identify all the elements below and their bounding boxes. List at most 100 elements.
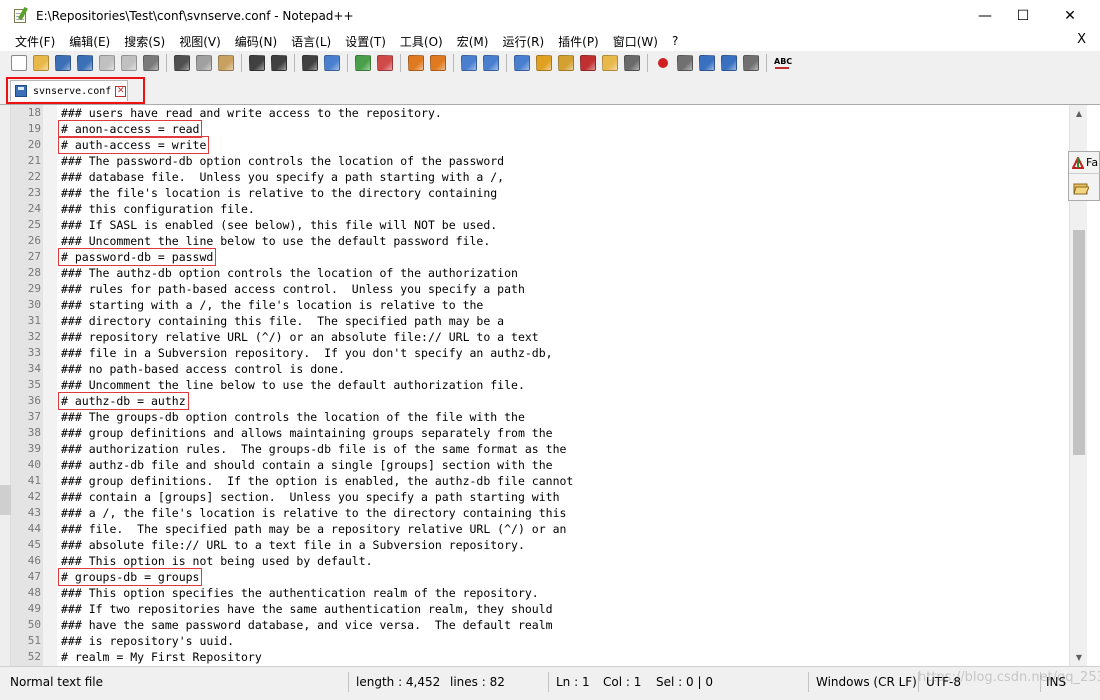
menu-item-10[interactable]: 插件(P) [551,33,606,50]
code-line[interactable]: 20 # auth-access = write [11,136,1069,154]
notepadpp-app-icon[interactable] [12,6,28,24]
code-text[interactable]: ### This option specifies the authentica… [61,585,539,601]
float-panel-header[interactable]: Fa [1069,152,1100,174]
folder-workspace-icon[interactable] [602,55,618,71]
code-line[interactable]: 33 ### file in a Subversion repository. I… [11,345,1069,361]
cut-icon[interactable] [174,55,190,71]
play-macro-icon[interactable] [699,55,715,71]
scroll-up-button[interactable]: ▲ [1070,105,1088,122]
code-line[interactable]: 40 ### authz-db file and should contain a… [11,457,1069,473]
spell-check-icon[interactable]: ABC [774,55,792,71]
highlighted-config-line[interactable]: # anon-access = read [57,120,203,138]
code-line[interactable]: 46 ### This option is not being used by d… [11,553,1069,569]
code-line[interactable]: 25 ### If SASL is enabled (see below), th… [11,217,1069,233]
find-icon[interactable] [302,55,318,71]
scroll-down-button[interactable]: ▼ [1070,649,1088,666]
code-lines[interactable]: 18 ### users have read and write access t… [11,105,1069,666]
code-text[interactable]: ### this configuration file. [61,201,255,217]
close-document-button[interactable]: X [1077,32,1086,47]
highlighted-config-line[interactable]: # authz-db = authz [58,392,189,410]
user-language-icon[interactable] [536,55,552,71]
code-text[interactable]: ### contain a [groups] section. Unless y… [61,489,560,505]
code-line[interactable]: 52 # realm = My First Repository [11,649,1069,665]
code-text[interactable]: ### file. The specified path may be a re… [61,521,566,537]
doc-map-icon[interactable] [558,55,574,71]
code-line[interactable]: 35 ### Uncomment the line below to use th… [11,377,1069,393]
menu-item-5[interactable]: 语言(L) [284,33,338,50]
code-text[interactable]: ### a /, the file's location is relative… [61,505,566,521]
code-line[interactable]: 50 ### have the same password database, a… [11,617,1069,633]
code-text[interactable]: ### users have read and write access to … [61,105,442,121]
indent-guide-icon[interactable] [514,55,530,71]
code-line[interactable]: 28 ### The authz-db option controls the l… [11,265,1069,281]
close-icon[interactable] [99,55,115,71]
zoom-out-icon[interactable] [377,55,393,71]
save-icon[interactable] [55,55,71,71]
print-icon[interactable] [143,55,159,71]
code-line[interactable]: 51 ### is repository's uuid. [11,633,1069,649]
code-text[interactable]: ### database file. Unless you specify a … [61,169,504,185]
code-text[interactable]: ### If two repositories have the same au… [61,601,553,617]
scrollbar-thumb[interactable] [1073,230,1085,455]
code-text[interactable]: ### The groups-db option controls the lo… [61,409,525,425]
run-macro-multiple-icon[interactable] [721,55,737,71]
replace-icon[interactable] [324,55,340,71]
code-line[interactable]: 38 ### group definitions and allows maint… [11,425,1069,441]
code-text[interactable]: ### This option is not being used by def… [61,553,373,569]
code-text[interactable]: ### rules for path-based access control.… [61,281,525,297]
monitoring-icon[interactable] [624,55,640,71]
code-line[interactable]: 37 ### The groups-db option controls the … [11,409,1069,425]
show-all-chars-icon[interactable] [483,55,499,71]
code-line[interactable]: 19 # anon-access = read [11,120,1069,138]
code-line[interactable]: 29 ### rules for path-based access contro… [11,281,1069,297]
menu-item-12[interactable]: ? [665,34,685,48]
code-text[interactable]: ### is repository's uuid. [61,633,234,649]
code-text[interactable]: ### directory containing this file. The … [61,313,504,329]
redo-icon[interactable] [271,55,287,71]
open-file-icon[interactable] [33,55,49,71]
code-line[interactable]: 23 ### the file's location is relative to… [11,185,1069,201]
menu-item-3[interactable]: 视图(V) [172,33,228,50]
code-line[interactable]: 22 ### database file. Unless you specify … [11,169,1069,185]
code-line[interactable]: 36 # authz-db = authz [11,392,1069,410]
sync-vertical-icon[interactable] [408,55,424,71]
code-line[interactable]: 47 # groups-db = groups [11,568,1069,586]
code-text[interactable]: ### If SASL is enabled (see below), this… [61,217,497,233]
code-line[interactable]: 24 ### this configuration file. [11,201,1069,217]
menu-item-1[interactable]: 编辑(E) [62,33,117,50]
code-line[interactable]: 42 ### contain a [groups] section. Unless… [11,489,1069,505]
code-line[interactable]: 32 ### repository relative URL (^/) or an… [11,329,1069,345]
code-line[interactable]: 34 ### no path-based access control is do… [11,361,1069,377]
menu-item-7[interactable]: 工具(O) [393,33,450,50]
menu-item-9[interactable]: 运行(R) [495,33,551,50]
code-line[interactable]: 44 ### file. The specified path may be a … [11,521,1069,537]
code-text[interactable]: ### no path-based access control is done… [61,361,345,377]
zoom-in-icon[interactable] [355,55,371,71]
maximize-button[interactable]: ☐ [1000,0,1046,31]
code-line[interactable]: 18 ### users have read and write access t… [11,105,1069,121]
sync-horizontal-icon[interactable] [430,55,446,71]
float-panel-toolbar[interactable] [1069,175,1100,201]
menu-item-11[interactable]: 窗口(W) [606,33,665,50]
code-line[interactable]: 39 ### authorization rules. The groups-db… [11,441,1069,457]
menu-item-0[interactable]: 文件(F) [8,33,62,50]
code-text[interactable]: ### absolute file:// URL to a text file … [61,537,525,553]
menu-item-8[interactable]: 宏(M) [450,33,496,50]
code-text[interactable]: ### the file's location is relative to t… [61,185,497,201]
code-text[interactable]: ### group definitions. If the option is … [61,473,573,489]
close-all-icon[interactable] [121,55,137,71]
open-folder-icon[interactable] [1073,181,1089,195]
menu-item-4[interactable]: 编码(N) [228,33,284,50]
close-window-button[interactable]: ✕ [1047,0,1093,31]
code-text[interactable]: ### starting with a /, the file's locati… [61,297,483,313]
floating-function-panel[interactable]: Fa [1068,151,1100,201]
save-macro-icon[interactable] [743,55,759,71]
code-line[interactable]: 43 ### a /, the file's location is relati… [11,505,1069,521]
word-wrap-icon[interactable] [461,55,477,71]
code-line[interactable]: 21 ### The password-db option controls th… [11,153,1069,169]
new-file-icon[interactable] [11,55,27,71]
code-text[interactable]: ### authz-db file and should contain a s… [61,457,553,473]
record-macro-icon[interactable] [655,55,671,71]
code-line[interactable]: 30 ### starting with a /, the file's loca… [11,297,1069,313]
code-line[interactable]: 31 ### directory containing this file. Th… [11,313,1069,329]
